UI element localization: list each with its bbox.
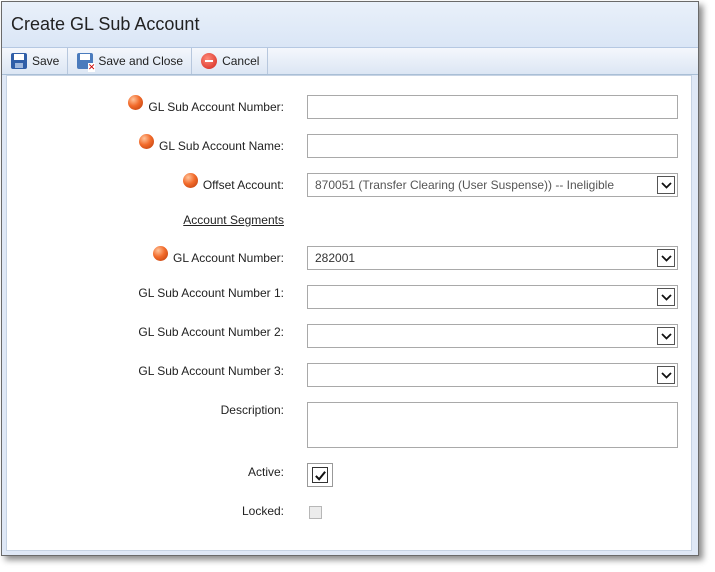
cancel-button-label: Cancel	[222, 54, 260, 68]
sub-account-number-1-label: GL Sub Account Number 1:	[138, 286, 284, 300]
toolbar: Save Save and Close Cancel	[2, 48, 698, 75]
required-indicator-icon	[128, 95, 144, 110]
sub-account-number-3-label: GL Sub Account Number 3:	[138, 364, 284, 378]
save-button-label: Save	[32, 54, 60, 68]
sub-account-number-2-label: GL Sub Account Number 2:	[138, 325, 284, 339]
locked-label: Locked:	[241, 504, 284, 518]
description-label: Description:	[220, 403, 284, 417]
required-indicator-icon	[153, 246, 169, 261]
locked-row: Locked:	[7, 503, 693, 523]
sub-account-name-label: GL Sub Account Name:	[139, 134, 284, 153]
cancel-circle-icon	[201, 53, 218, 69]
form-panel: GL Sub Account Number: GL Sub Account Na…	[6, 75, 692, 551]
page-title: Create GL Sub Account	[11, 14, 200, 34]
sub-account-number-2-select[interactable]	[307, 324, 678, 348]
gl-account-number-row: GL Account Number: 282001	[7, 245, 693, 271]
sub-account-number-1-row: GL Sub Account Number 1:	[7, 284, 693, 310]
sub-account-number-2-row: GL Sub Account Number 2:	[7, 323, 693, 349]
save-button[interactable]: Save	[2, 48, 69, 74]
description-row: Description:	[7, 401, 693, 449]
required-indicator-icon	[182, 173, 198, 188]
sub-account-number-label: GL Sub Account Number:	[128, 95, 284, 114]
required-indicator-icon	[139, 134, 155, 149]
floppy-disk-close-icon	[77, 53, 96, 72]
cancel-button[interactable]: Cancel	[192, 48, 269, 74]
sub-account-number-3-row: GL Sub Account Number 3:	[7, 362, 693, 388]
offset-account-label: Offset Account:	[182, 173, 284, 192]
chevron-down-icon[interactable]	[657, 176, 675, 194]
offset-account-row: Offset Account: 870051 (Transfer Clearin…	[7, 172, 693, 198]
locked-checkbox[interactable]	[309, 506, 322, 519]
title-bar: Create GL Sub Account	[2, 2, 698, 48]
active-checkbox[interactable]	[307, 463, 333, 487]
account-segments-row: Account Segments	[7, 211, 693, 231]
description-textarea[interactable]	[307, 402, 678, 448]
gl-account-number-select[interactable]: 282001	[307, 246, 678, 270]
chevron-down-icon[interactable]	[657, 327, 675, 345]
sub-account-number-1-select[interactable]	[307, 285, 678, 309]
account-segments-heading: Account Segments	[183, 213, 284, 227]
save-and-close-button-label: Save and Close	[98, 54, 184, 68]
sub-account-number-row: GL Sub Account Number:	[7, 94, 693, 120]
gl-account-number-label: GL Account Number:	[153, 246, 284, 265]
offset-account-select[interactable]: 870051 (Transfer Clearing (User Suspense…	[307, 173, 678, 197]
checkmark-icon	[314, 470, 326, 481]
sub-account-number-3-select[interactable]	[307, 363, 678, 387]
chevron-down-icon[interactable]	[657, 288, 675, 306]
active-row: Active:	[7, 462, 693, 488]
sub-account-number-input[interactable]	[307, 95, 678, 119]
sub-account-name-input[interactable]	[307, 134, 678, 158]
offset-account-value: 870051 (Transfer Clearing (User Suspense…	[315, 178, 615, 192]
sub-account-name-row: GL Sub Account Name:	[7, 133, 693, 159]
save-and-close-button[interactable]: Save and Close	[68, 48, 193, 74]
floppy-disk-icon	[11, 53, 27, 69]
chevron-down-icon[interactable]	[657, 249, 675, 267]
active-label: Active:	[247, 465, 284, 479]
chevron-down-icon[interactable]	[657, 366, 675, 384]
gl-account-number-value: 282001	[315, 251, 356, 265]
